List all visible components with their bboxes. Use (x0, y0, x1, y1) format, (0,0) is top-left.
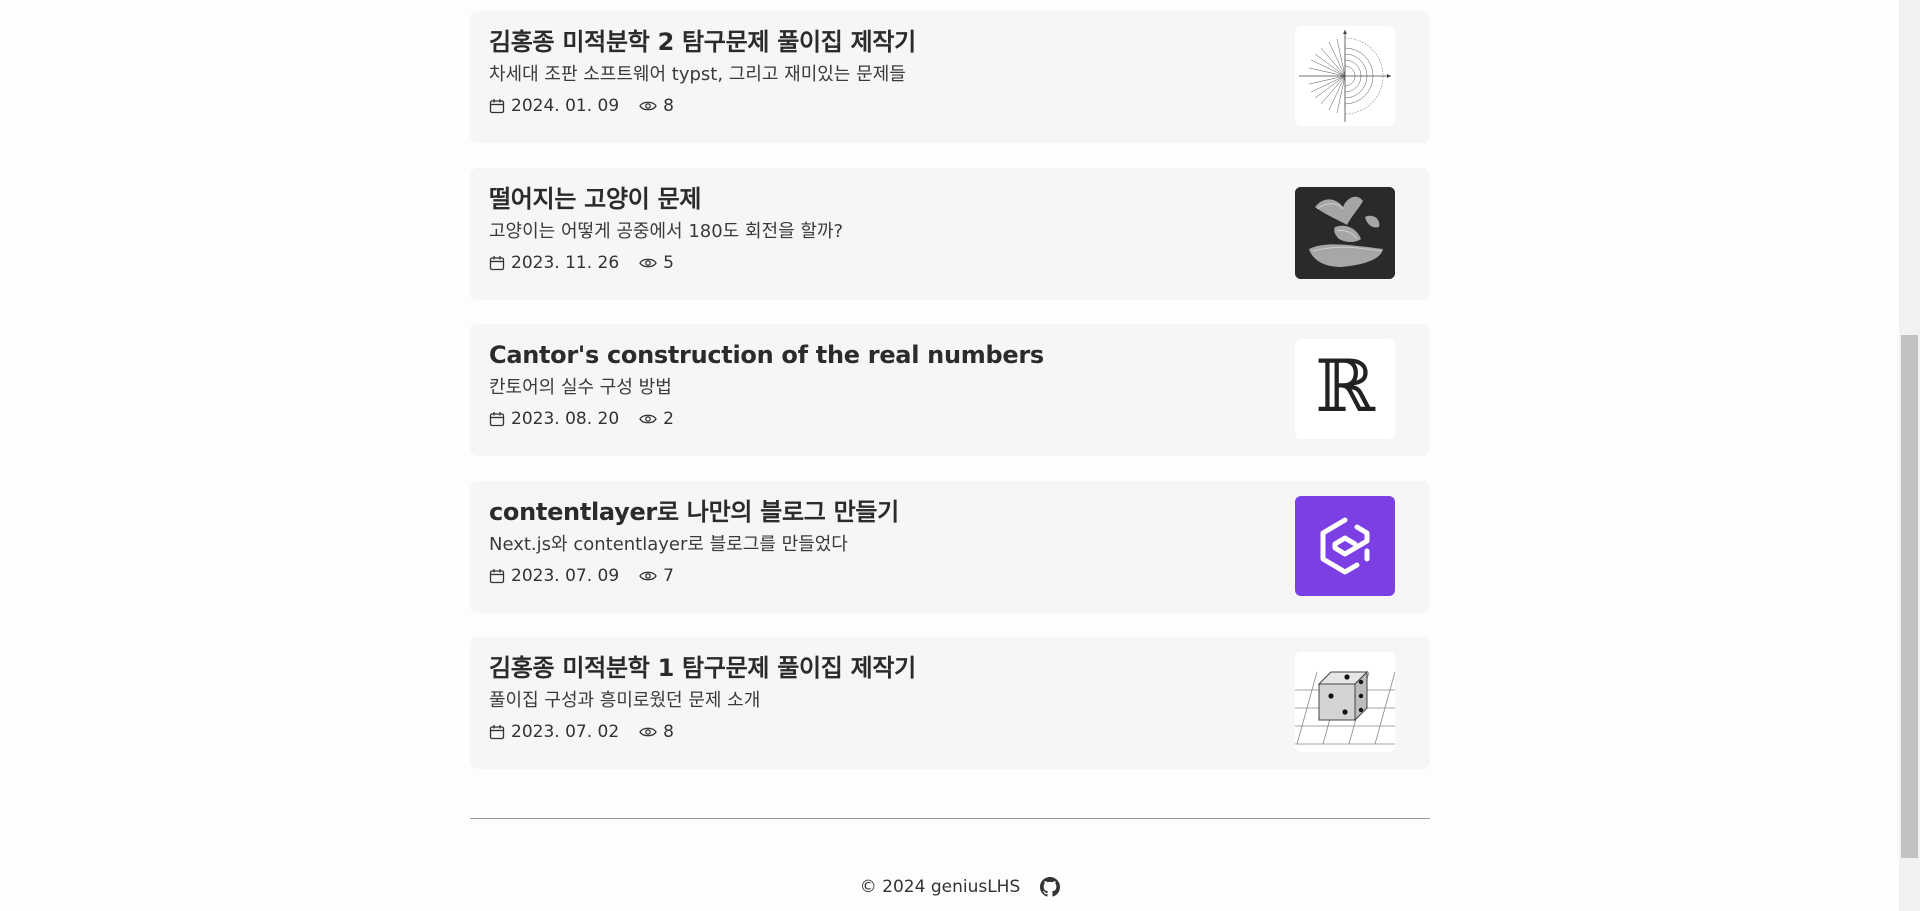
post-title[interactable]: 김홍종 미적분학 1 탐구문제 풀이집 제작기 (489, 651, 1269, 685)
post-title[interactable]: contentlayer로 나만의 블로그 만들기 (489, 495, 1269, 529)
github-link[interactable] (1040, 877, 1061, 897)
github-icon (1040, 877, 1061, 897)
post-card[interactable]: 떨어지는 고양이 문제 고양이는 어떻게 공중에서 180도 회전을 할까? 2… (470, 168, 1430, 300)
contentlayer-logo-icon (1320, 517, 1370, 575)
post-title[interactable]: Cantor's construction of the real number… (489, 338, 1269, 372)
post-subtitle: 칸토어의 실수 구성 방법 (489, 377, 672, 398)
post-views-count: 7 (663, 566, 674, 586)
eye-icon (639, 727, 657, 737)
post-text: 김홍종 미적분학 2 탐구문제 풀이집 제작기 차세대 조판 소프트웨어 typ… (489, 25, 1269, 117)
post-card[interactable]: contentlayer로 나만의 블로그 만들기 Next.js와 conte… (470, 481, 1430, 613)
post-views-count: 8 (663, 722, 674, 742)
blog-page: 김홍종 미적분학 2 탐구문제 풀이집 제작기 차세대 조판 소프트웨어 typ… (0, 0, 1920, 911)
post-meta: 2023. 07. 09 7 (489, 565, 1269, 587)
post-date: 2023. 08. 20 (489, 408, 619, 430)
post-date-text: 2023. 07. 09 (511, 566, 620, 586)
post-card[interactable]: Cantor's construction of the real number… (470, 324, 1430, 456)
eye-icon (639, 414, 657, 424)
dice-on-grid-image (1295, 670, 1395, 745)
post-views-count: 8 (663, 96, 674, 116)
post-thumbnail (1295, 652, 1395, 752)
post-views-count: 2 (663, 409, 674, 429)
eye-icon (639, 101, 657, 111)
post-date-text: 2024. 01. 09 (511, 96, 620, 116)
post-text: 김홍종 미적분학 1 탐구문제 풀이집 제작기 풀이집 구성과 흥미로웠던 문제… (489, 651, 1269, 743)
post-date: 2023. 07. 09 (489, 565, 619, 587)
post-subtitle: 고양이는 어떻게 공중에서 180도 회전을 할까? (489, 221, 844, 242)
post-date: 2024. 01. 09 (489, 95, 619, 117)
footer: © 2024 geniusLHS (0, 877, 1920, 897)
eye-icon (639, 258, 657, 268)
blackboard-bold-r-image: ℝ (1315, 344, 1376, 428)
calendar-icon (489, 99, 505, 114)
post-card[interactable]: 김홍종 미적분학 2 탐구문제 풀이집 제작기 차세대 조판 소프트웨어 typ… (470, 11, 1430, 143)
post-date-text: 2023. 07. 02 (511, 722, 620, 742)
calendar-icon (489, 412, 505, 427)
post-text: Cantor's construction of the real number… (489, 338, 1269, 430)
post-date-text: 2023. 11. 26 (511, 253, 620, 273)
post-views: 8 (639, 95, 674, 117)
post-date-text: 2023. 08. 20 (511, 409, 620, 429)
post-text: contentlayer로 나만의 블로그 만들기 Next.js와 conte… (489, 495, 1269, 587)
post-text: 떨어지는 고양이 문제 고양이는 어떻게 공중에서 180도 회전을 할까? 2… (489, 182, 1269, 274)
falling-cat-image (1295, 187, 1395, 279)
post-meta: 2024. 01. 09 8 (489, 95, 1269, 117)
post-subtitle: Next.js와 contentlayer로 블로그를 만들었다 (489, 534, 848, 555)
eye-icon (639, 571, 657, 581)
post-views: 8 (639, 721, 674, 743)
page-scrollbar[interactable] (1899, 0, 1920, 911)
post-meta: 2023. 07. 02 8 (489, 721, 1269, 743)
post-subtitle: 차세대 조판 소프트웨어 typst, 그리고 재미있는 문제들 (489, 64, 906, 85)
post-subtitle: 풀이집 구성과 흥미로웠던 문제 소개 (489, 690, 761, 711)
post-card[interactable]: 김홍종 미적분학 1 탐구문제 풀이집 제작기 풀이집 구성과 흥미로웠던 문제… (470, 637, 1430, 769)
post-title[interactable]: 떨어지는 고양이 문제 (489, 182, 1269, 216)
calendar-icon (489, 569, 505, 584)
calendar-icon (489, 725, 505, 740)
post-title[interactable]: 김홍종 미적분학 2 탐구문제 풀이집 제작기 (489, 25, 1269, 59)
post-thumbnail (1295, 26, 1395, 126)
post-thumbnail (1295, 496, 1395, 596)
post-views: 2 (639, 408, 674, 430)
post-views: 7 (639, 565, 674, 587)
footer-divider (470, 818, 1430, 819)
post-thumbnail (1295, 187, 1395, 279)
post-meta: 2023. 11. 26 5 (489, 252, 1269, 274)
footer-copyright: © 2024 geniusLHS (859, 877, 1021, 897)
post-thumbnail: ℝ (1295, 339, 1395, 439)
post-date: 2023. 07. 02 (489, 721, 619, 743)
scrollbar-thumb[interactable] (1901, 335, 1918, 858)
post-date: 2023. 11. 26 (489, 252, 619, 274)
post-views: 5 (639, 252, 674, 274)
blackboard-bold-r-glyph: ℝ (1315, 344, 1376, 428)
post-views-count: 5 (663, 253, 674, 273)
calendar-icon (489, 256, 505, 271)
post-meta: 2023. 08. 20 2 (489, 408, 1269, 430)
polar-graph-image (1299, 30, 1391, 122)
